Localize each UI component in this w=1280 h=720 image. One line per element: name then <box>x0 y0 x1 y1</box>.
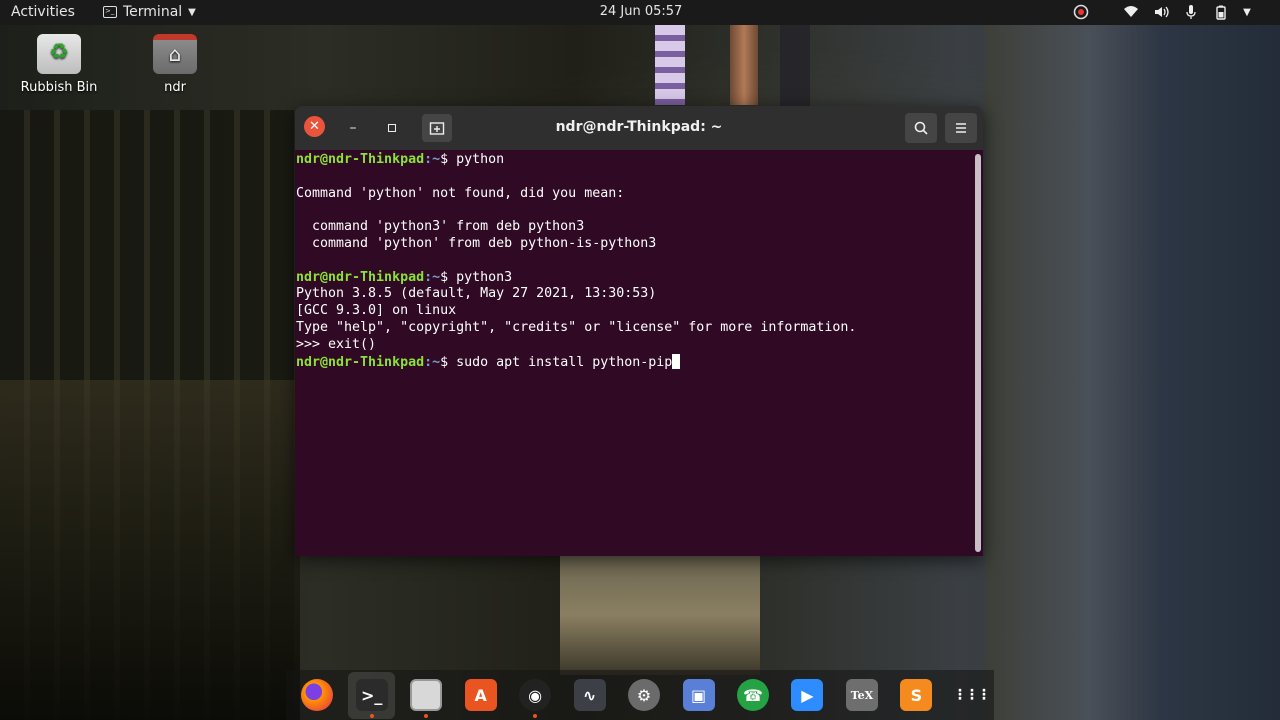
wallpaper-light <box>655 25 685 105</box>
recording-icon[interactable] <box>1072 3 1090 21</box>
prompt-user: ndr@ndr-Thinkpad <box>296 354 425 370</box>
dock-item[interactable]: ▶ <box>784 672 830 719</box>
dock-item[interactable]: A <box>457 672 503 719</box>
screenshot-icon: ▣ <box>682 679 715 711</box>
obs-icon: ◉ <box>519 679 552 711</box>
output-line: >>> exit() <box>296 336 377 352</box>
prompt-user: ndr@ndr-Thinkpad <box>296 269 425 285</box>
prompt-line: ndr@ndr-Thinkpad:~$ python3 <box>296 270 856 287</box>
prompt-line: ndr@ndr-Thinkpad:~$ sudo apt install pyt… <box>296 353 856 371</box>
prompt-symbol: $ <box>440 152 457 167</box>
top-bar: Activities >_ Terminal ▼ 24 Jun 05:57 ▼ <box>0 0 1280 25</box>
wallpaper-pipe <box>730 25 758 105</box>
search-icon <box>914 121 928 135</box>
running-indicator <box>424 713 429 718</box>
hamburger-menu-button[interactable] <box>945 113 977 143</box>
prompt-symbol: $ <box>440 269 457 285</box>
dock-item[interactable] <box>294 672 340 719</box>
texmaker-icon: TeX <box>845 679 878 711</box>
terminal-lines: ndr@ndr-Thinkpad:~$ python Command 'pytho… <box>296 152 856 370</box>
command-text: python3 <box>456 269 513 285</box>
search-button[interactable] <box>905 113 937 143</box>
output-line: command 'python' from deb python-is-pyth… <box>296 235 657 251</box>
settings-icon: ⚙ <box>628 679 661 711</box>
volume-icon[interactable] <box>1152 3 1170 21</box>
terminal-window[interactable]: ✕ – ndr@ndr-Thinkpad: ~ ndr@ndr-Thinkpad… <box>295 106 983 556</box>
dock-item[interactable]: ☎ <box>730 672 776 719</box>
dock-item[interactable]: ⋮⋮⋮ <box>948 672 994 719</box>
prompt-line: ndr@ndr-Thinkpad:~$ python <box>296 152 856 169</box>
app-grid-icon: ⋮⋮⋮ <box>952 687 991 703</box>
terminal-content[interactable]: ndr@ndr-Thinkpad:~$ python Command 'pytho… <box>295 150 983 556</box>
software-icon: A <box>464 679 497 711</box>
dock-item[interactable]: >_ <box>348 671 395 719</box>
battery-icon[interactable] <box>1212 3 1230 21</box>
text-cursor <box>672 353 681 369</box>
prompt-symbol: $ <box>440 354 457 370</box>
dock-item[interactable]: ⚙ <box>621 672 667 719</box>
hamburger-icon <box>956 123 966 133</box>
output-line: Type "help", "copyright", "credits" or "… <box>296 319 857 335</box>
terminal-scrollbar[interactable] <box>975 154 981 552</box>
prompt-path: :~ <box>424 354 441 370</box>
window-title: ndr@ndr-Thinkpad: ~ <box>555 119 723 135</box>
output-line: Command 'python' not found, did you mean… <box>296 185 625 201</box>
files-icon <box>410 679 443 711</box>
dock-item[interactable]: TeX <box>839 672 885 719</box>
wallpaper-platform <box>560 555 760 675</box>
desktop-icon-rubbish-bin[interactable]: Rubbish Bin <box>14 34 104 95</box>
zoom-icon: ▶ <box>791 679 824 711</box>
status-area[interactable]: ▼ <box>1072 3 1252 21</box>
prompt-user: ndr@ndr-Thinkpad <box>296 152 425 167</box>
command-text: sudo apt install python-pip <box>456 354 673 370</box>
home-folder-icon <box>153 34 197 74</box>
dock: >_ A ◉ ∿ ⚙ ▣ ☎ ▶ TeX S ⋮⋮⋮ <box>286 670 994 720</box>
wallpaper-shadow <box>0 380 300 720</box>
title-bar[interactable]: ✕ – ndr@ndr-Thinkpad: ~ <box>295 106 983 150</box>
dock-item[interactable]: S <box>893 672 939 719</box>
output-line: command 'python3' from deb python3 <box>296 219 585 235</box>
system-monitor-icon: ∿ <box>573 679 606 711</box>
desktop-icon-label: Rubbish Bin <box>20 80 98 95</box>
running-indicator <box>369 713 374 718</box>
wifi-icon[interactable] <box>1122 3 1140 21</box>
system-menu-caret-icon[interactable]: ▼ <box>1242 3 1252 21</box>
microphone-icon[interactable] <box>1182 3 1200 21</box>
dock-item[interactable]: ▣ <box>675 672 721 719</box>
dock-item[interactable]: ∿ <box>566 672 612 719</box>
prompt-path: :~ <box>424 152 441 167</box>
wallpaper-right-wall <box>985 25 1280 720</box>
wallpaper-wall <box>0 110 300 720</box>
sublime-icon: S <box>900 679 933 711</box>
desktop-icon-home[interactable]: ndr <box>130 34 220 95</box>
recycle-bin-icon <box>37 34 81 74</box>
output-line: Python 3.8.5 (default, May 27 2021, 13:3… <box>296 286 657 302</box>
desktop-icon-label: ndr <box>164 80 186 95</box>
command-text: python <box>456 152 505 167</box>
terminal-icon: >_ <box>355 679 388 711</box>
dock-item[interactable] <box>403 672 449 719</box>
dock-item[interactable]: ◉ <box>512 672 558 719</box>
running-indicator <box>533 713 538 718</box>
firefox-icon <box>301 679 334 711</box>
prompt-path: :~ <box>424 269 441 285</box>
whatsapp-icon: ☎ <box>736 679 769 711</box>
output-line: [GCC 9.3.0] on linux <box>296 303 457 319</box>
